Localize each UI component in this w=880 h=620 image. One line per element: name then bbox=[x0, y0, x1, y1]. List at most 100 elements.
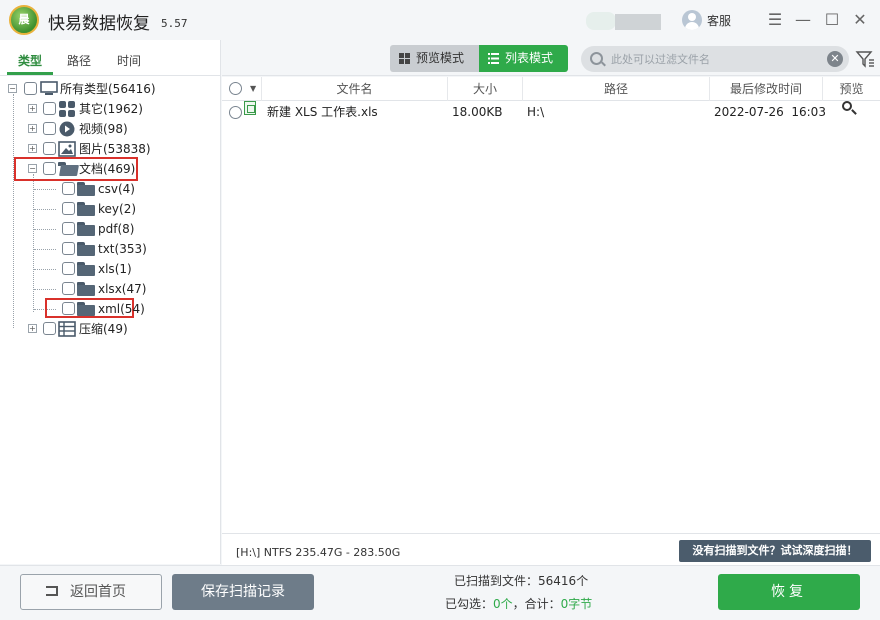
preview-mode-button[interactable]: 预览模式 bbox=[390, 45, 480, 72]
checkbox[interactable] bbox=[43, 122, 56, 135]
select-all-checkbox[interactable] bbox=[229, 82, 242, 95]
tab-time[interactable]: 时间 bbox=[117, 52, 141, 69]
close-button[interactable]: ✕ bbox=[850, 10, 870, 30]
checkbox[interactable] bbox=[43, 142, 56, 155]
tree-item-xml[interactable]: xml(54) bbox=[0, 299, 220, 319]
drive-info: [H:\] NTFS 235.47G - 283.50G bbox=[236, 546, 401, 559]
filter-input[interactable] bbox=[611, 50, 821, 68]
folder-icon bbox=[77, 242, 95, 256]
column-header-preview[interactable]: 预览 bbox=[823, 77, 880, 101]
total-size: 0字节 bbox=[560, 597, 593, 611]
tree-item-pdf[interactable]: pdf(8) bbox=[0, 219, 220, 239]
folder-icon bbox=[77, 282, 95, 296]
checkbox[interactable] bbox=[62, 182, 75, 195]
filter-search-box[interactable]: ✕ bbox=[581, 46, 849, 72]
checkbox[interactable] bbox=[62, 282, 75, 295]
search-icon bbox=[590, 52, 603, 65]
tree-item-video[interactable]: + 视频(98) bbox=[0, 119, 220, 139]
app-logo-icon: 晨 bbox=[9, 5, 39, 35]
video-icon bbox=[59, 121, 75, 137]
maximize-button[interactable]: ☐ bbox=[822, 10, 842, 30]
select-all-column[interactable]: ▼ bbox=[222, 77, 262, 101]
column-header-size[interactable]: 大小 bbox=[448, 77, 523, 101]
column-header-path[interactable]: 路径 bbox=[523, 77, 710, 101]
preview-mode-label: 预览模式 bbox=[416, 51, 465, 65]
row-checkbox[interactable] bbox=[229, 106, 242, 119]
tree-label: pdf(8) bbox=[98, 222, 135, 236]
checkbox[interactable] bbox=[62, 262, 75, 275]
checkbox[interactable] bbox=[24, 82, 37, 95]
tab-path[interactable]: 路径 bbox=[67, 52, 91, 69]
tree-label: 视频(98) bbox=[79, 122, 128, 136]
checkbox[interactable] bbox=[62, 202, 75, 215]
list-mode-label: 列表模式 bbox=[505, 51, 554, 65]
file-list: ▼ 文件名 大小 路径 最后修改时间 预览 新建 XLS 工作表.xls 18.… bbox=[222, 77, 880, 533]
computer-icon bbox=[40, 81, 58, 95]
back-home-button[interactable]: 返回首页 bbox=[20, 574, 162, 610]
category-tabs: 类型 路径 时间 bbox=[0, 40, 220, 76]
folder-icon bbox=[77, 302, 95, 316]
expand-icon[interactable]: + bbox=[28, 124, 37, 133]
file-name: 新建 XLS 工作表.xls bbox=[267, 105, 378, 119]
app-title: 快易数据恢复 bbox=[48, 14, 150, 34]
deep-scan-button[interactable]: 没有扫描到文件？试试深度扫描！ bbox=[679, 540, 871, 562]
file-path: H:\ bbox=[527, 105, 545, 119]
scanned-label: 已扫描到文件： bbox=[454, 574, 539, 588]
tree-root[interactable]: − 所有类型(56416) bbox=[0, 79, 220, 99]
scanned-summary: 已扫描到文件：56416个 bbox=[454, 572, 588, 589]
customer-service-link[interactable]: 客服 bbox=[707, 12, 731, 29]
blurred-account-name bbox=[615, 14, 661, 30]
tree-item-txt[interactable]: txt(353) bbox=[0, 239, 220, 259]
tree-item-key[interactable]: key(2) bbox=[0, 199, 220, 219]
scanned-count: 56416个 bbox=[538, 574, 589, 588]
tab-type[interactable]: 类型 bbox=[18, 52, 42, 69]
tree-item-csv[interactable]: csv(4) bbox=[0, 179, 220, 199]
expand-icon[interactable]: + bbox=[28, 324, 37, 333]
checkbox[interactable] bbox=[62, 222, 75, 235]
tree-label: xml(54) bbox=[98, 302, 145, 316]
recover-button[interactable]: 恢复 bbox=[718, 574, 860, 610]
folder-icon bbox=[77, 202, 95, 216]
user-avatar-icon[interactable] bbox=[682, 10, 702, 30]
tree-label: 所有类型(56416) bbox=[60, 82, 156, 96]
folder-icon bbox=[77, 262, 95, 276]
chevron-down-icon[interactable]: ▼ bbox=[250, 77, 256, 101]
tree-item-xlsx[interactable]: xlsx(47) bbox=[0, 279, 220, 299]
menu-icon[interactable]: ☰ bbox=[765, 10, 785, 30]
checkbox[interactable] bbox=[43, 322, 56, 335]
tree-label: 图片(53838) bbox=[79, 142, 151, 156]
grid-icon bbox=[59, 101, 75, 117]
minimize-button[interactable]: — bbox=[793, 10, 813, 30]
tree-label: 其它(1962) bbox=[79, 102, 143, 116]
clear-search-icon[interactable]: ✕ bbox=[827, 51, 843, 67]
xls-file-icon bbox=[244, 101, 256, 115]
checkbox[interactable] bbox=[62, 242, 75, 255]
tree-item-other[interactable]: + 其它(1962) bbox=[0, 99, 220, 119]
table-row[interactable]: 新建 XLS 工作表.xls 18.00KB H:\ 2022-07-26 16… bbox=[222, 101, 880, 123]
total-label: ，合计： bbox=[512, 597, 561, 611]
save-scan-record-button[interactable]: 保存扫描记录 bbox=[172, 574, 314, 610]
tree-item-archive[interactable]: + 压缩(49) bbox=[0, 319, 220, 339]
preview-magnifier-icon[interactable] bbox=[842, 101, 852, 111]
expand-icon[interactable]: + bbox=[28, 144, 37, 153]
tree-label: csv(4) bbox=[98, 182, 135, 196]
tree-item-xls[interactable]: xls(1) bbox=[0, 259, 220, 279]
bottom-action-bar: 返回首页 保存扫描记录 已扫描到文件：56416个 已勾选：0个，合计：0字节 … bbox=[0, 565, 880, 620]
back-home-label: 返回首页 bbox=[70, 584, 126, 600]
filter-icon[interactable] bbox=[855, 49, 875, 69]
archive-icon bbox=[58, 321, 76, 337]
column-header-modified[interactable]: 最后修改时间 bbox=[710, 77, 823, 101]
tree-item-image[interactable]: + 图片(53838) bbox=[0, 139, 220, 159]
app-version: 5.57 bbox=[161, 17, 188, 30]
blurred-account-info bbox=[586, 12, 616, 30]
expand-icon[interactable]: + bbox=[28, 104, 37, 113]
category-panel: 类型 路径 时间 − 所有类型(56416) + 其它(1962) + 视频(9… bbox=[0, 40, 221, 564]
folder-icon bbox=[77, 222, 95, 236]
checkbox[interactable] bbox=[43, 102, 56, 115]
checkbox[interactable] bbox=[62, 302, 75, 315]
image-icon bbox=[58, 141, 76, 157]
collapse-icon[interactable]: − bbox=[8, 84, 17, 93]
drive-status-bar: [H:\] NTFS 235.47G - 283.50G 没有扫描到文件？试试深… bbox=[222, 533, 880, 565]
list-mode-button[interactable]: 列表模式 bbox=[479, 45, 568, 72]
column-header-name[interactable]: 文件名 bbox=[262, 77, 448, 101]
